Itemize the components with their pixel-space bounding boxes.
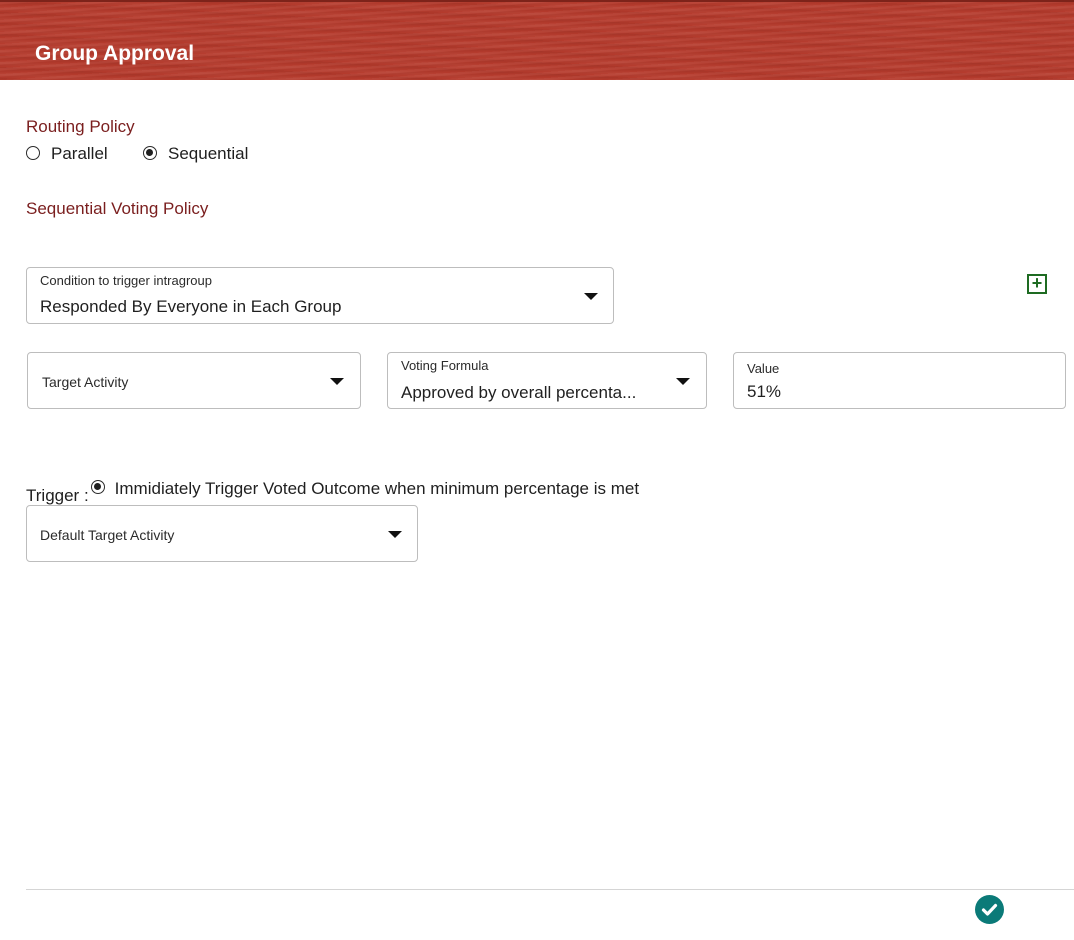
voting-formula-label: Voting Formula bbox=[401, 358, 489, 373]
chevron-down-icon bbox=[676, 378, 690, 385]
trigger-label: Trigger : bbox=[26, 486, 89, 505]
radio-sequential[interactable]: Sequential bbox=[143, 144, 248, 164]
default-target-select[interactable]: Default Target Activity bbox=[26, 505, 418, 562]
trigger-row: Trigger : Immidiately Trigger Voted Outc… bbox=[26, 472, 639, 506]
default-target-placeholder: Default Target Activity bbox=[40, 527, 175, 543]
check-circle-icon bbox=[981, 903, 998, 916]
voting-formula-value: Approved by overall percenta... bbox=[401, 383, 637, 402]
value-field[interactable]: Value 51% bbox=[733, 352, 1066, 409]
radio-parallel[interactable]: Parallel bbox=[26, 144, 108, 164]
chevron-down-icon bbox=[584, 293, 598, 300]
chevron-down-icon bbox=[388, 531, 402, 538]
chevron-down-icon bbox=[330, 378, 344, 385]
confirm-button[interactable] bbox=[975, 895, 1004, 924]
value-field-label: Value bbox=[747, 361, 780, 376]
voting-policy-label: Sequential Voting Policy bbox=[26, 199, 209, 218]
page-header: Group Approval bbox=[0, 0, 1074, 80]
plus-square-icon[interactable]: + bbox=[1027, 274, 1047, 294]
trigger-option-label: Immidiately Trigger Voted Outcome when m… bbox=[114, 479, 640, 498]
condition-select-value: Responded By Everyone in Each Group bbox=[40, 297, 342, 316]
routing-policy-label: Routing Policy bbox=[26, 117, 135, 136]
condition-select-label: Condition to trigger intragroup bbox=[40, 273, 212, 288]
radio-parallel-label: Parallel bbox=[51, 144, 108, 163]
target-activity-select[interactable]: Target Activity bbox=[27, 352, 361, 409]
radio-sequential-label: Sequential bbox=[168, 144, 249, 163]
target-activity-placeholder: Target Activity bbox=[42, 374, 129, 390]
radio-sequential-indicator[interactable] bbox=[143, 146, 157, 160]
footer-divider bbox=[26, 889, 1074, 890]
radio-trigger-indicator[interactable] bbox=[90, 480, 105, 494]
voting-formula-select[interactable]: Voting Formula Approved by overall perce… bbox=[387, 352, 707, 409]
page-title: Group Approval bbox=[35, 42, 195, 65]
value-field-input[interactable]: 51% bbox=[747, 381, 781, 403]
condition-select[interactable]: Condition to trigger intragroup Responde… bbox=[26, 267, 614, 324]
radio-parallel-indicator[interactable] bbox=[26, 146, 40, 160]
